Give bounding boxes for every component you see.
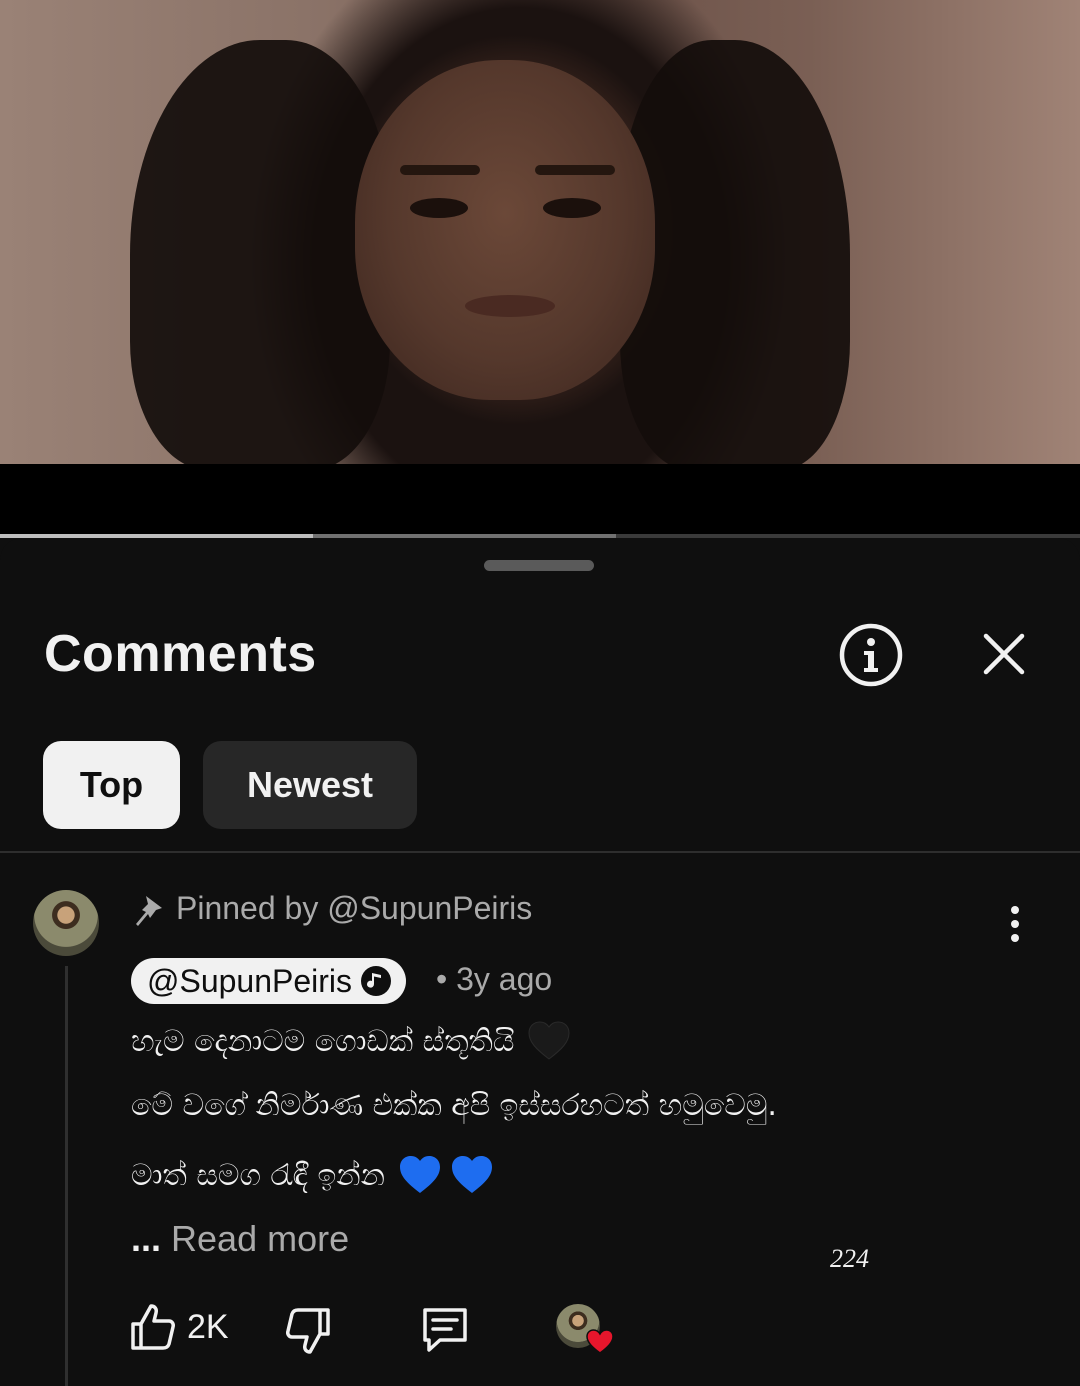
like-count: 2K <box>187 1308 229 1346</box>
comment-line-3: මාත් සමග රැඳී ඉන්න <box>131 1152 495 1198</box>
comment-line-1: හැම දෙනාටම ගොඩක් ස්තූතියි <box>131 1018 572 1064</box>
tab-top[interactable]: Top <box>43 741 180 829</box>
comments-sheet: Comments Top Newest Pinned by @SupunPeir… <box>0 538 1080 1386</box>
pinned-label: Pinned by @SupunPeiris <box>176 890 533 926</box>
info-icon[interactable] <box>838 622 904 688</box>
comments-title: Comments <box>44 625 317 683</box>
pin-icon <box>134 894 164 928</box>
video-frame-eye-right <box>543 198 601 218</box>
overlay-number: 224 <box>830 1244 869 1273</box>
creator-heart-badge <box>556 1304 616 1358</box>
read-more-dots: ... <box>131 1218 162 1259</box>
comment-time: • 3y ago <box>436 961 553 997</box>
video-frame-brow-right <box>535 165 615 175</box>
black-heart-icon <box>528 1021 570 1060</box>
close-icon[interactable] <box>978 628 1030 680</box>
video-frame-eye-left <box>410 198 468 218</box>
read-more-link[interactable]: ... Read more <box>131 1218 349 1260</box>
video-player[interactable] <box>0 0 1080 464</box>
dislike-icon[interactable] <box>284 1306 332 1356</box>
author-handle: @SupunPeiris <box>147 962 353 999</box>
comment-text-3: මාත් සමග රැඳී ඉන්න <box>131 1157 385 1193</box>
more-options-icon[interactable] <box>1000 904 1030 944</box>
avatar[interactable] <box>33 890 99 956</box>
author-badge[interactable]: @SupunPeiris <box>131 958 407 1004</box>
video-frame-brow-left <box>400 165 480 175</box>
blue-heart-icon <box>452 1156 492 1193</box>
like-icon[interactable] <box>129 1302 177 1352</box>
video-letterbox <box>0 464 1080 536</box>
comment-text-2: මේ වගේ නිර්මාණ එක්ක අපි ඉස්සරහටත් හමුවෙම… <box>131 1088 777 1123</box>
video-frame-face <box>355 60 655 400</box>
tab-newest[interactable]: Newest <box>203 741 417 829</box>
read-more-label: Read more <box>171 1218 350 1259</box>
comment-text-1: හැම දෙනාටම ගොඩක් ස්තූතියි <box>131 1023 515 1059</box>
divider <box>0 851 1080 853</box>
red-heart-icon <box>586 1329 614 1354</box>
blue-heart-icon <box>400 1156 440 1193</box>
drag-handle[interactable] <box>484 560 594 571</box>
comment-actions: 2K <box>0 1298 1080 1358</box>
video-frame-lips <box>465 295 555 317</box>
music-note-icon <box>360 965 392 997</box>
comment-line-2: මේ වගේ නිර්මාණ එක්ක අපි ඉස්සරහටත් හමුවෙම… <box>131 1088 777 1123</box>
time-value: 3y ago <box>456 961 553 997</box>
video-frame-hair-left <box>130 40 390 464</box>
reply-icon[interactable] <box>420 1304 470 1354</box>
